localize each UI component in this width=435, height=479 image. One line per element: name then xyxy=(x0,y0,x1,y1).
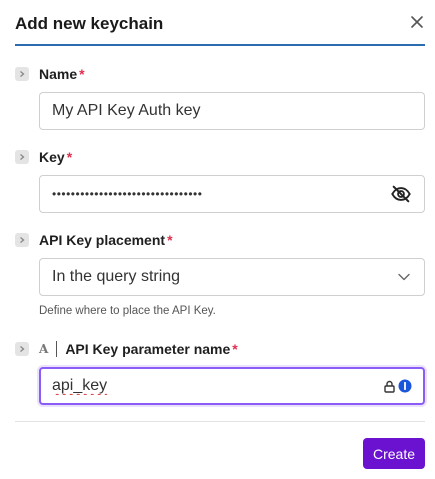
placement-label: API Key placement xyxy=(39,232,166,248)
create-button[interactable]: Create xyxy=(363,438,425,469)
placement-label-row: API Key placement * xyxy=(15,230,173,250)
text-type-icon: A xyxy=(39,342,49,356)
name-input[interactable]: My API Key Auth key xyxy=(39,92,425,130)
key-input[interactable]: •••••••••••••••••••••••••••••••• xyxy=(39,175,425,213)
placement-select[interactable]: In the query string xyxy=(39,258,425,296)
param-label: API Key parameter name xyxy=(65,341,231,357)
required-mark: * xyxy=(232,341,238,357)
required-mark: * xyxy=(79,66,85,82)
name-input-value: My API Key Auth key xyxy=(52,102,201,119)
placement-select-value: In the query string xyxy=(52,268,181,285)
name-label: Name xyxy=(39,66,78,82)
dialog-header: Add new keychain xyxy=(15,0,425,46)
chevron-right-icon xyxy=(20,71,25,77)
close-icon[interactable] xyxy=(409,14,425,30)
lock-icon xyxy=(384,380,395,393)
password-manager-icon[interactable] xyxy=(383,379,412,393)
chevron-right-icon xyxy=(20,154,25,160)
key-input-value: •••••••••••••••••••••••••••••••• xyxy=(52,187,203,201)
dialog-title: Add new keychain xyxy=(15,14,164,33)
required-mark: * xyxy=(167,232,173,248)
chevron-right-icon xyxy=(20,346,25,352)
chevron-right-icon xyxy=(20,237,25,243)
param-expand-button[interactable] xyxy=(15,342,29,356)
label-separator xyxy=(56,341,58,357)
key-label-row: Key * xyxy=(15,147,72,167)
param-name-input[interactable]: api_key xyxy=(39,367,425,405)
name-expand-button[interactable] xyxy=(15,67,29,81)
key-manager-icon xyxy=(398,379,412,393)
param-name-input-value: api_key xyxy=(52,377,108,394)
chevron-down-icon xyxy=(396,269,412,285)
required-mark: * xyxy=(66,149,73,165)
placement-expand-button[interactable] xyxy=(15,233,29,247)
key-expand-button[interactable] xyxy=(15,150,29,164)
eye-off-icon[interactable] xyxy=(390,183,412,205)
name-label-row: Name * xyxy=(15,64,85,84)
placement-help-text: Define where to place the API Key. xyxy=(39,305,216,317)
param-label-row: A API Key parameter name * xyxy=(15,339,238,359)
key-label: Key xyxy=(39,149,65,165)
footer-divider xyxy=(15,421,425,422)
